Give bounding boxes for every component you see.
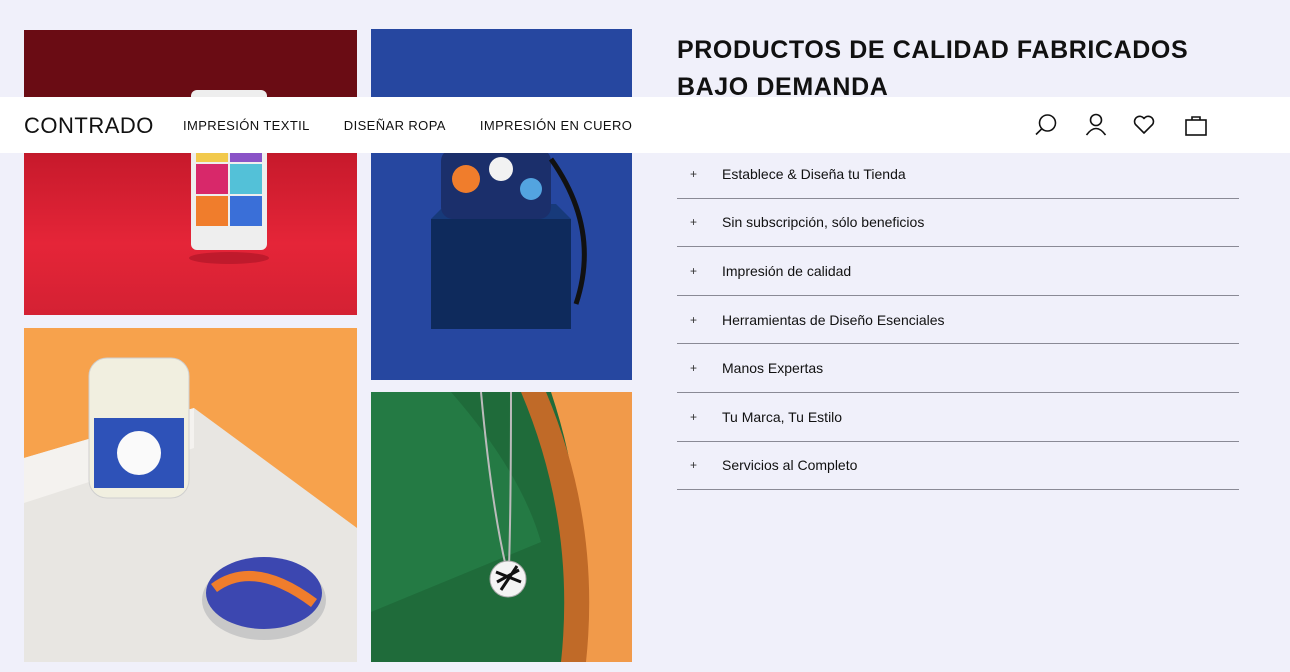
accordion-item[interactable]: + Servicios al Completo (677, 442, 1239, 491)
site-header: CONTRADO IMPRESIÓN TEXTIL DISEÑAR ROPA I… (0, 97, 1290, 153)
accordion-item-label: Herramientas de Diseño Esenciales (722, 311, 945, 328)
accordion-item[interactable]: + Manos Expertas (677, 344, 1239, 393)
nav-link-textile-printing[interactable]: IMPRESIÓN TEXTIL (183, 118, 310, 133)
accordion-item[interactable]: + Establece & Diseña tu Tienda (677, 150, 1239, 199)
plus-icon: + (690, 263, 698, 278)
accordion-item-label: Servicios al Completo (722, 457, 858, 474)
accordion-item-label: Manos Expertas (722, 360, 824, 377)
main-nav: IMPRESIÓN TEXTIL DISEÑAR ROPA IMPRESIÓN … (183, 118, 632, 133)
site-logo[interactable]: CONTRADO (24, 113, 154, 139)
plus-icon: + (690, 215, 698, 230)
nav-link-leather-printing[interactable]: IMPRESIÓN EN CUERO (480, 118, 632, 133)
plus-icon: + (690, 361, 698, 376)
plus-icon: + (690, 312, 698, 327)
heart-icon[interactable] (1130, 111, 1158, 139)
plus-icon: + (690, 458, 698, 473)
plus-icon: + (690, 166, 698, 181)
features-accordion: + Establece & Diseña tu Tienda + Sin sub… (677, 150, 1239, 491)
accordion-item[interactable]: + Sin subscripción, sólo beneficios (677, 199, 1239, 248)
nav-link-design-clothing[interactable]: DISEÑAR ROPA (344, 118, 446, 133)
page-title: PRODUCTOS DE CALIDAD FABRICADOS BAJO DEM… (677, 36, 1189, 101)
accordion-item[interactable]: + Tu Marca, Tu Estilo (677, 393, 1239, 442)
product-image-bag (371, 29, 632, 380)
accordion-item[interactable]: + Herramientas de Diseño Esenciales (677, 296, 1239, 345)
accordion-item-label: Establece & Diseña tu Tienda (722, 165, 906, 182)
accordion-item-label: Tu Marca, Tu Estilo (722, 408, 843, 425)
user-icon[interactable] (1082, 111, 1110, 139)
product-image-candle (24, 328, 357, 662)
accordion-item-label: Sin subscripción, sólo beneficios (722, 214, 925, 231)
shopping-bag-icon[interactable] (1182, 111, 1210, 139)
product-image-necklace (371, 392, 632, 662)
product-image-wallet (24, 30, 357, 315)
plus-icon: + (690, 409, 698, 424)
accordion-item[interactable]: + Impresión de calidad (677, 247, 1239, 296)
accordion-item-label: Impresión de calidad (722, 262, 852, 279)
search-icon[interactable] (1032, 111, 1060, 139)
header-actions (1032, 111, 1210, 139)
